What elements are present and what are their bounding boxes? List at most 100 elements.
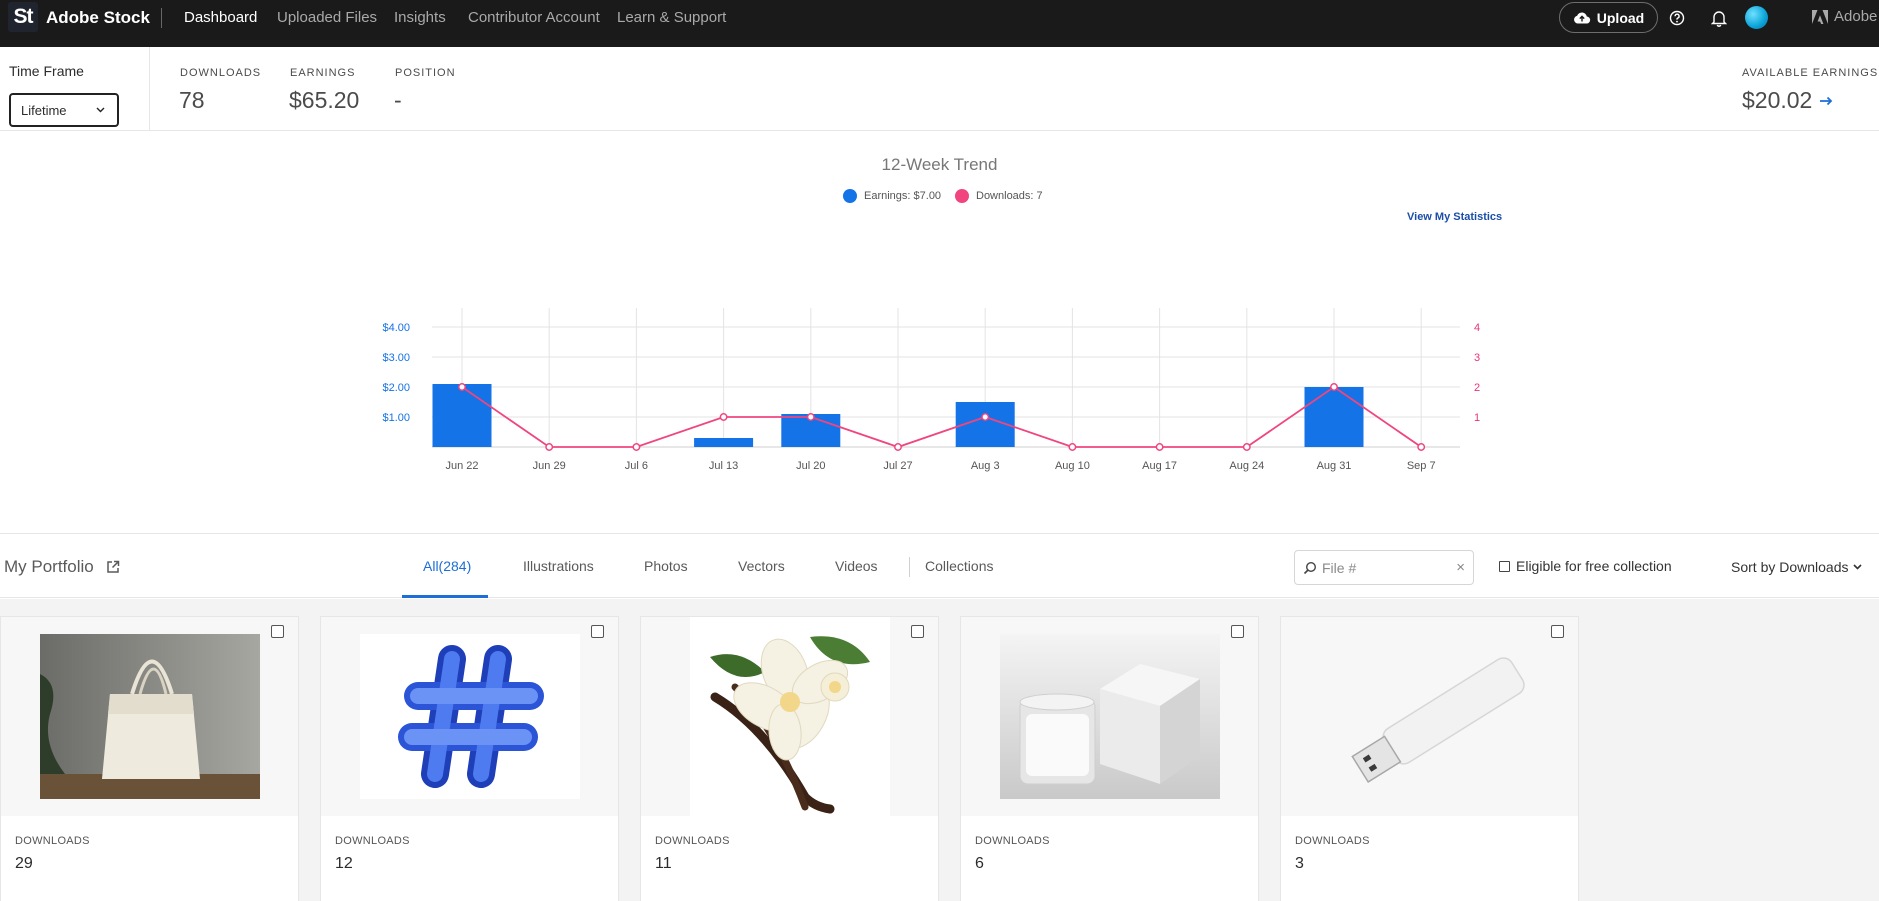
nav-insights[interactable]: Insights [394, 9, 446, 26]
upload-button[interactable]: Upload [1559, 2, 1658, 33]
downloads-label: DOWNLOADS [655, 835, 730, 847]
timeframe-label: Time Frame [9, 63, 84, 79]
x-tick-label: Aug 17 [1142, 460, 1177, 472]
tab-divider [909, 557, 910, 577]
select-checkbox[interactable] [1551, 625, 1564, 638]
timeframe-select[interactable]: Lifetime [9, 93, 119, 127]
portfolio-toolbar: My Portfolio All(284) Illustrations Phot… [0, 533, 1879, 598]
legend-earnings-label: Earnings: $7.00 [864, 190, 942, 202]
downloads-point [458, 383, 466, 391]
nav-divider [161, 8, 162, 28]
sort-label: Sort by Downloads [1731, 559, 1849, 575]
downloads-point [981, 413, 990, 421]
x-tick-label: Jul 20 [796, 460, 825, 472]
bell-icon[interactable] [1709, 8, 1729, 28]
chevron-down-icon [96, 107, 105, 113]
legend-downloads[interactable]: Downloads: 7 [955, 189, 1043, 203]
select-checkbox[interactable] [591, 625, 604, 638]
legend-earnings-swatch [843, 189, 857, 203]
earnings-bar [1304, 387, 1364, 447]
downloads-count: 11 [655, 855, 672, 872]
x-tick-label: Jun 29 [533, 460, 566, 472]
asset-card[interactable]: DOWNLOADS 3 [1280, 616, 1579, 901]
x-tick-label: Aug 10 [1055, 460, 1090, 472]
asset-card[interactable]: DOWNLOADS 12 [320, 616, 619, 901]
x-tick-label: Jul 6 [625, 460, 648, 472]
x-tick-label: Jul 27 [883, 460, 912, 472]
downloads-point [894, 443, 902, 451]
portfolio-title-link[interactable]: My Portfolio [4, 557, 120, 577]
eligible-checkbox[interactable] [1499, 560, 1510, 572]
hashtag-image[interactable] [321, 617, 618, 816]
stats-divider [149, 47, 150, 131]
view-my-statistics-link[interactable]: View My Statistics [1407, 211, 1502, 223]
stats-strip: Time Frame Lifetime DOWNLOADS 78 EARNING… [0, 47, 1879, 131]
adobe-stock-logo[interactable]: St [8, 2, 38, 32]
active-tab-underline [402, 595, 488, 598]
clear-search-icon[interactable]: × [1456, 559, 1465, 576]
nav-uploaded-files[interactable]: Uploaded Files [277, 9, 377, 26]
help-icon[interactable] [1667, 8, 1687, 28]
vanilla-flower-image[interactable] [641, 617, 938, 816]
search-icon [1303, 561, 1317, 574]
earnings-label: EARNINGS [290, 67, 356, 79]
downloads-label: DOWNLOADS [180, 67, 262, 79]
downloads-label: DOWNLOADS [15, 835, 90, 847]
candle-box-image[interactable] [961, 617, 1258, 816]
position-value: - [394, 87, 402, 113]
x-tick-label: Aug 3 [971, 460, 1000, 472]
asset-card[interactable]: DOWNLOADS 6 [960, 616, 1259, 901]
tab-illustrations[interactable]: Illustrations [523, 558, 594, 574]
y-left-tick-label: $1.00 [382, 412, 410, 424]
y-right-tick-label: 1 [1474, 412, 1480, 424]
y-right-tick-label: 3 [1474, 352, 1480, 364]
y-left-tick-label: $4.00 [382, 322, 410, 334]
adobe-menu[interactable]: Adobe [1812, 8, 1877, 25]
nav-dashboard[interactable]: Dashboard [184, 9, 257, 26]
adobe-logo-icon [1812, 9, 1828, 24]
x-tick-label: Aug 24 [1229, 460, 1264, 472]
brand-name[interactable]: Adobe Stock [46, 8, 150, 28]
tab-videos[interactable]: Videos [835, 558, 878, 574]
downloads-count: 12 [335, 855, 353, 872]
usb-drive-image[interactable] [1281, 617, 1578, 816]
y-left-tick-label: $2.00 [382, 382, 410, 394]
select-checkbox[interactable] [271, 625, 284, 638]
file-search-input[interactable] [1322, 559, 1442, 576]
earnings-value: $65.20 [289, 87, 360, 113]
tab-vectors[interactable]: Vectors [738, 558, 785, 574]
downloads-point [1155, 443, 1164, 451]
x-tick-label: Jun 22 [445, 460, 478, 472]
cloud-upload-icon [1573, 12, 1590, 24]
nav-learn-support[interactable]: Learn & Support [617, 9, 726, 26]
user-avatar[interactable] [1745, 6, 1768, 29]
earnings-bar [694, 438, 754, 447]
earnings-bar [432, 384, 492, 447]
timeframe-value: Lifetime [21, 102, 67, 118]
tab-collections[interactable]: Collections [925, 558, 993, 574]
select-checkbox[interactable] [1231, 625, 1244, 638]
downloads-count: 6 [975, 855, 984, 872]
downloads-label: DOWNLOADS [1295, 835, 1370, 847]
chart-title: 12-Week Trend [881, 155, 998, 174]
nav-contributor-account[interactable]: Contributor Account [468, 9, 600, 26]
tab-photos[interactable]: Photos [644, 558, 688, 574]
downloads-point [1417, 443, 1426, 451]
available-earnings-value: $20.02 [1742, 87, 1813, 113]
eligible-free-collection-toggle[interactable]: Eligible for free collection [1499, 558, 1672, 574]
downloads-label: DOWNLOADS [975, 835, 1050, 847]
upload-label: Upload [1596, 9, 1645, 26]
x-tick-label: Aug 31 [1317, 460, 1352, 472]
tote-bag-image[interactable] [1, 617, 298, 816]
available-earnings-link[interactable]: $20.02 [1742, 87, 1834, 114]
asset-card[interactable]: DOWNLOADS 11 [640, 616, 939, 901]
asset-card[interactable]: DOWNLOADS 29 [0, 616, 299, 901]
tab-all[interactable]: All(284) [423, 558, 471, 574]
file-search-box: × [1294, 550, 1474, 585]
sort-dropdown[interactable]: Sort by Downloads [1731, 559, 1862, 575]
y-left-tick-label: $3.00 [382, 352, 410, 364]
legend-earnings[interactable]: Earnings: $7.00 [843, 189, 941, 203]
downloads-point [1330, 383, 1338, 391]
downloads-label: DOWNLOADS [335, 835, 410, 847]
select-checkbox[interactable] [911, 625, 924, 638]
